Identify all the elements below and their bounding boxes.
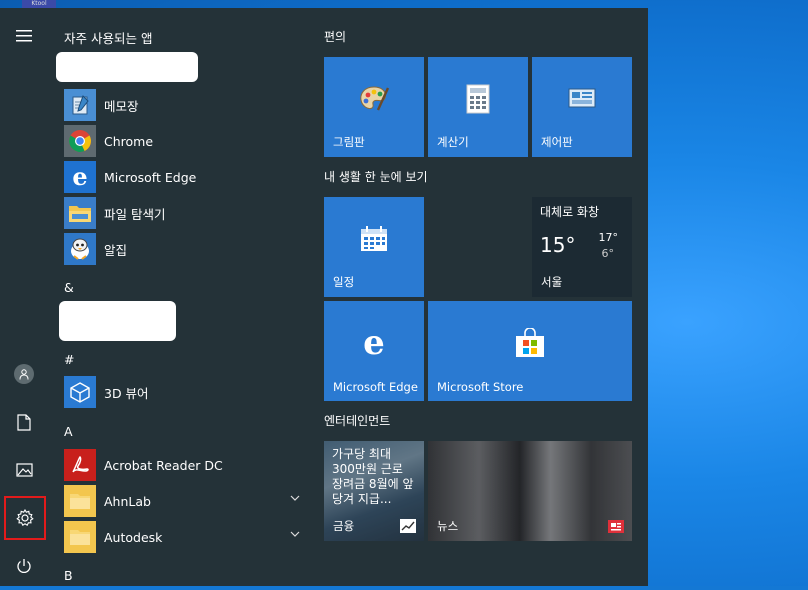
tile-label: Microsoft Store: [437, 380, 524, 394]
tile-calculator[interactable]: 계산기: [428, 57, 528, 157]
redacted-block: [56, 52, 198, 82]
documents-icon: [17, 413, 31, 431]
user-account-button[interactable]: [0, 350, 48, 398]
section-header-b[interactable]: B: [64, 568, 73, 583]
tile-paint[interactable]: 그림판: [324, 57, 424, 157]
settings-icon: [16, 509, 34, 526]
tile-label: 계산기: [437, 135, 469, 149]
tile-group-header[interactable]: 편의: [324, 28, 346, 45]
tile-edge[interactable]: e Microsoft Edge: [324, 301, 424, 401]
app-item-chrome[interactable]: Chrome: [64, 124, 308, 158]
tile-label: 뉴스: [437, 519, 459, 533]
app-item-notepad[interactable]: 메모장: [64, 88, 308, 122]
weather-high: 17°: [598, 231, 619, 244]
edge-icon: e: [363, 323, 385, 363]
tile-label: 그림판: [333, 135, 365, 149]
finance-headline: 가구당 최대 300만원 근로 장려금 8월에 앞당겨 지급...: [332, 447, 414, 506]
app-list[interactable]: 자주 사용되는 앱 메모장 Chrome e Microsoft Edge 파일…: [48, 8, 310, 586]
tile-news[interactable]: 뉴스: [428, 441, 632, 541]
weather-city: 서울: [541, 275, 563, 289]
app-name: Acrobat Reader DC: [104, 457, 223, 473]
power-button[interactable]: [0, 542, 48, 590]
start-menu: 자주 사용되는 앱 메모장 Chrome e Microsoft Edge 파일…: [0, 8, 648, 586]
app-item-edge[interactable]: e Microsoft Edge: [64, 160, 308, 194]
weather-condition: 대체로 화창: [540, 205, 600, 219]
settings-button[interactable]: [2, 494, 48, 542]
control-panel-icon: [568, 88, 596, 108]
chevron-down-icon[interactable]: [290, 494, 300, 502]
tile-control-panel[interactable]: 제어판: [532, 57, 632, 157]
app-name: Microsoft Edge: [104, 169, 197, 185]
finance-chart-icon: [400, 519, 416, 533]
app-item-3d-viewer[interactable]: 3D 뷰어: [64, 375, 308, 409]
app-folder-ahnlab[interactable]: AhnLab: [64, 484, 308, 518]
app-item-file-explorer[interactable]: 파일 탐색기: [64, 196, 308, 230]
section-header-amp[interactable]: &: [64, 280, 74, 295]
folder-icon: [64, 485, 96, 517]
app-item-alzip[interactable]: 알집: [64, 232, 308, 266]
app-name: 3D 뷰어: [104, 385, 149, 401]
tile-label: 제어판: [541, 135, 573, 149]
file-explorer-icon: [64, 197, 96, 229]
app-folder-autodesk[interactable]: Autodesk: [64, 520, 308, 554]
documents-button[interactable]: [0, 398, 48, 446]
calculator-icon: [466, 84, 490, 114]
notepad-icon: [64, 89, 96, 121]
tile-calendar[interactable]: 일정: [324, 197, 424, 297]
section-header-a[interactable]: A: [64, 424, 73, 439]
hamburger-menu-icon: [16, 30, 32, 42]
app-name: AhnLab: [104, 493, 151, 509]
frequent-apps-header: 자주 사용되는 앱: [64, 31, 153, 46]
app-name: 파일 탐색기: [104, 206, 166, 222]
acrobat-icon: [64, 449, 96, 481]
redacted-block: [59, 301, 176, 341]
tile-store[interactable]: Microsoft Store: [428, 301, 632, 401]
tiles-area: 편의 그림판 계산기 제어판 내 생활 한 눈에 보기 일정 대체로 화창 15…: [310, 8, 648, 586]
section-header-hash[interactable]: #: [64, 352, 74, 367]
edge-icon: e: [64, 161, 96, 193]
chrome-icon: [64, 125, 96, 157]
tile-image-overlay: [428, 441, 632, 541]
3d-viewer-icon: [64, 376, 96, 408]
app-item-acrobat[interactable]: Acrobat Reader DC: [64, 448, 308, 482]
app-name: 알집: [104, 242, 128, 258]
news-icon: [608, 520, 624, 533]
pictures-button[interactable]: [0, 446, 48, 494]
user-avatar-icon: [14, 364, 34, 384]
power-icon: [17, 559, 31, 573]
app-name: 메모장: [104, 98, 139, 114]
tile-finance[interactable]: 가구당 최대 300만원 근로 장려금 8월에 앞당겨 지급... 금융: [324, 441, 424, 541]
tile-group-header[interactable]: 엔터테인먼트: [324, 412, 390, 429]
tile-group-header[interactable]: 내 생활 한 눈에 보기: [324, 168, 428, 185]
app-name: Autodesk: [104, 529, 163, 545]
app-name: Chrome: [104, 133, 154, 149]
tile-label: 금융: [333, 519, 355, 533]
tile-weather[interactable]: 대체로 화창 15° 17° 6° 서울: [532, 197, 632, 297]
tile-label: 일정: [333, 275, 355, 289]
weather-low: 6°: [601, 247, 615, 260]
folder-icon: [64, 521, 96, 553]
tile-label: Microsoft Edge: [333, 380, 418, 394]
weather-temperature: 15°: [540, 233, 576, 257]
chevron-down-icon[interactable]: [290, 530, 300, 538]
pictures-icon: [15, 463, 33, 477]
alzip-icon: [64, 233, 96, 265]
paint-icon: [360, 86, 390, 111]
start-rail: [0, 8, 48, 586]
calendar-icon: [361, 226, 387, 251]
store-icon: [516, 328, 544, 357]
expand-menu-button[interactable]: [0, 12, 48, 60]
